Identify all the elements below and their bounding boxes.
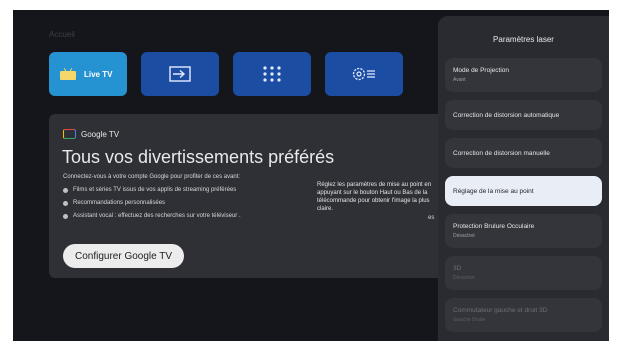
option-3d-lr-switch[interactable]: Commutateur gauche et droit 3D Gauche Dr… <box>445 298 602 332</box>
option-value: Désactivé <box>453 275 475 281</box>
option-projection-mode[interactable]: Mode de Projection Avant <box>445 58 602 92</box>
option-3d[interactable]: 3D Désactivé <box>445 256 602 290</box>
benefit-item: Assistant vocal : effectuez des recherch… <box>63 213 241 219</box>
card-text-fragment: es <box>428 215 435 221</box>
laser-settings-panel: Paramètres laser Mode de Projection Avan… <box>438 16 609 341</box>
option-value: Avant <box>453 77 466 83</box>
option-auto-keystone[interactable]: Correction de distorsion automatique <box>445 100 602 130</box>
option-value: Gauche Droite <box>453 317 486 323</box>
tv-screen: Accueil Live TV Google TV Tous vos diver… <box>13 10 609 341</box>
tv-icon <box>60 68 76 80</box>
input-tile[interactable] <box>141 52 219 96</box>
bullet-icon <box>63 213 68 219</box>
option-manual-keystone[interactable]: Correction de distorsion manuelle <box>445 138 602 168</box>
home-label: Accueil <box>49 30 75 39</box>
benefit-item: Films et séries TV issus de vos applis d… <box>63 187 236 193</box>
apps-grid-icon <box>263 66 281 82</box>
input-icon <box>169 66 191 82</box>
focus-help-tooltip: Réglez les paramètres de mise au point e… <box>317 182 432 212</box>
panel-title: Paramètres laser <box>493 35 554 44</box>
live-tv-label: Live TV <box>84 69 113 79</box>
card-title: Tous vos divertissements préférés <box>62 147 335 167</box>
option-eye-protection[interactable]: Protection Brulure Occulaire Désactivé <box>445 214 602 248</box>
configure-google-tv-button[interactable]: Configurer Google TV <box>63 244 185 268</box>
benefit-item: Recommandations personnalisées <box>63 200 165 206</box>
settings-tile[interactable] <box>325 52 403 96</box>
option-value: Désactivé <box>453 233 475 239</box>
google-tv-logo-icon <box>63 129 76 139</box>
google-tv-brand: Google TV <box>81 129 120 139</box>
live-tv-tile[interactable]: Live TV <box>49 52 127 96</box>
option-focus-adjustment[interactable]: Réglage de la mise au point <box>445 176 602 206</box>
apps-tile[interactable] <box>233 52 311 96</box>
settings-icon <box>352 67 375 81</box>
card-subtitle: Connectez-vous à votre compte Google pou… <box>63 174 241 180</box>
bullet-icon <box>63 200 68 206</box>
bullet-icon <box>63 187 68 193</box>
